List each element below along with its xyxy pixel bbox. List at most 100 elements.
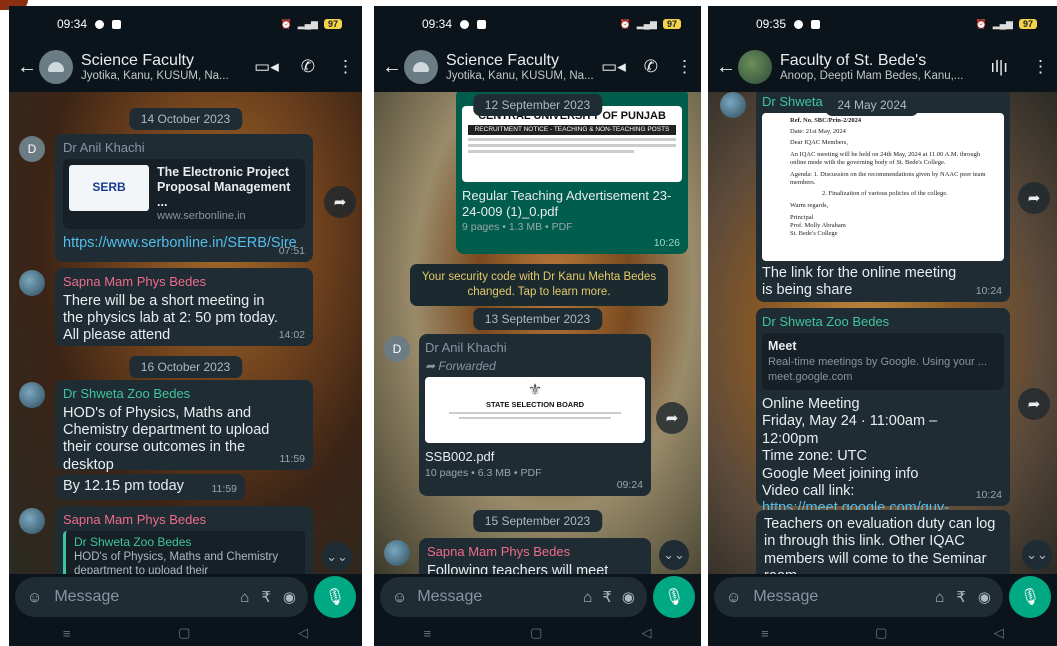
system-nav-bar: ≡ ▢ ◁: [9, 620, 362, 646]
message-placeholder[interactable]: Message: [54, 588, 228, 606]
message-input[interactable]: ☺ Message ⌂ ₹ ◉: [15, 577, 308, 617]
chat-messages[interactable]: Dr Shweta Zo Ref. No. SBC/Prin-2/2024 Da…: [708, 92, 1057, 574]
waveform-icon[interactable]: ıl|ı: [990, 57, 1008, 77]
back-arrow-icon[interactable]: ←: [716, 56, 738, 79]
sender-avatar[interactable]: D: [384, 336, 410, 362]
emoji-icon[interactable]: ☺: [726, 589, 741, 606]
nav-menu-icon[interactable]: ≡: [424, 626, 432, 641]
more-vert-icon[interactable]: ⋮: [337, 57, 354, 77]
camera-icon[interactable]: ◉: [978, 588, 991, 606]
group-avatar-icon[interactable]: [404, 50, 438, 84]
document-thumbnail[interactable]: ⚜ STATE SELECTION BOARD: [425, 376, 645, 443]
emoji-icon[interactable]: ☺: [392, 589, 407, 606]
date-divider: 15 September 2023: [472, 510, 603, 532]
more-vert-icon[interactable]: ⋮: [1032, 57, 1049, 77]
video-call-icon[interactable]: ▭◂: [254, 57, 279, 77]
scroll-down-icon[interactable]: ⌄⌄: [659, 540, 689, 570]
doc-line: Date: 21st May, 2024: [790, 128, 846, 136]
document-image[interactable]: Ref. No. SBC/Prin-2/2024 Date: 21st May,…: [762, 112, 1004, 261]
forward-icon[interactable]: ➦: [1018, 182, 1050, 214]
signal-icon: ▂▄▆: [636, 18, 657, 29]
nav-home-icon[interactable]: ▢: [178, 625, 190, 641]
rupee-icon[interactable]: ₹: [956, 588, 966, 606]
message-bubble[interactable]: Sapna Mam Phys Bedes Following teachers …: [419, 538, 651, 574]
security-code-notice[interactable]: Your security code with Dr Kanu Mehta Be…: [410, 264, 668, 306]
notification-icon: [794, 19, 804, 29]
rupee-icon[interactable]: ₹: [602, 588, 612, 606]
nav-back-icon[interactable]: ◁: [298, 625, 308, 641]
link-preview[interactable]: SERB The Electronic Project Proposal Man…: [63, 158, 305, 229]
message-time: 11:59: [279, 453, 306, 466]
message-bubble-document[interactable]: Dr Anil Khachi ➦ Forwarded ⚜ STATE SELEC…: [419, 334, 651, 496]
chat-messages[interactable]: 14 October 2023 D Dr Anil Khachi SERB Th…: [9, 92, 362, 574]
nav-back-icon[interactable]: ◁: [641, 625, 651, 641]
forward-icon[interactable]: ➦: [324, 186, 356, 218]
more-vert-icon[interactable]: ⋮: [676, 57, 693, 77]
mic-icon[interactable]: 🎙: [653, 576, 695, 618]
phone-icon[interactable]: ✆: [644, 57, 658, 77]
emoji-icon[interactable]: ☺: [27, 589, 42, 606]
message-link[interactable]: https://www.serbonline.in/SERB/Sire: [63, 235, 305, 252]
group-avatar-icon[interactable]: [39, 50, 73, 84]
chat-header: ← Faculty of St. Bede's Anoop, Deepti Ma…: [708, 42, 1057, 92]
chat-info[interactable]: Science Faculty Jyotika, Kanu, KUSUM, Na…: [446, 52, 601, 82]
sender-avatar[interactable]: D: [19, 136, 45, 162]
link-preview[interactable]: Meet Real-time meetings by Google. Using…: [762, 332, 1004, 390]
chat-info[interactable]: Science Faculty Jyotika, Kanu, KUSUM, Na…: [81, 52, 254, 82]
attach-icon[interactable]: ⌂: [583, 589, 592, 606]
nav-home-icon[interactable]: ▢: [530, 625, 542, 641]
quoted-message[interactable]: Dr Shweta Zoo Bedes HOD's of Physics, Ma…: [63, 530, 305, 574]
back-arrow-icon[interactable]: ←: [382, 56, 404, 79]
doc-line: Prof. Molly Abraham: [790, 221, 846, 229]
nav-home-icon[interactable]: ▢: [875, 625, 887, 641]
message-placeholder[interactable]: Message: [417, 588, 573, 606]
alarm-icon: ⏰: [619, 18, 631, 29]
status-bar: 09:34 ⏰ ▂▄▆ 97: [9, 6, 362, 42]
notification-icon: [460, 19, 470, 29]
message-bubble[interactable]: Sapna Mam Phys Bedes Dr Shweta Zoo Bedes…: [55, 506, 313, 574]
document-thumbnail[interactable]: CENTRAL UNIVERSITY OF PUNJAB RECRUITMENT…: [462, 106, 682, 182]
preview-thumbnail: SERB: [69, 164, 149, 211]
scroll-down-icon[interactable]: ⌄⌄: [322, 542, 352, 572]
chat-info[interactable]: Faculty of St. Bede's Anoop, Deepti Mam …: [780, 52, 990, 82]
sender-avatar[interactable]: [19, 270, 45, 296]
sender-avatar[interactable]: [19, 508, 45, 534]
message-bubble[interactable]: Teachers on evaluation duty can log in t…: [756, 510, 1010, 574]
camera-icon[interactable]: ◉: [622, 588, 635, 606]
message-input[interactable]: ☺ Message ⌂ ₹ ◉: [380, 577, 647, 617]
mic-icon[interactable]: 🎙: [1009, 576, 1051, 618]
signal-icon: ▂▄▆: [992, 18, 1013, 29]
message-input[interactable]: ☺ Message ⌂ ₹ ◉: [714, 577, 1003, 617]
message-bubble[interactable]: Dr Shweta Zoo Bedes Meet Real-time meeti…: [756, 308, 1010, 534]
sender-avatar[interactable]: [720, 92, 746, 118]
sender-avatar[interactable]: [19, 382, 45, 408]
back-arrow-icon[interactable]: ←: [17, 56, 39, 79]
document-filename: SSB002.pdf: [425, 448, 495, 464]
message-bubble[interactable]: By 12.15 pm today 11:59: [55, 474, 245, 500]
group-avatar-icon[interactable]: [738, 50, 772, 84]
nav-menu-icon[interactable]: ≡: [63, 626, 71, 641]
message-bubble[interactable]: Dr Shweta Zoo Bedes HOD's of Physics, Ma…: [55, 380, 313, 473]
doc-line: An IQAC meeting will be held on 24th May…: [790, 150, 981, 167]
camera-icon[interactable]: ◉: [283, 588, 296, 606]
mic-icon[interactable]: 🎙: [314, 576, 356, 618]
video-call-icon[interactable]: ▭◂: [601, 57, 626, 77]
document-subheading: RECRUITMENT NOTICE - TEACHING & NON-TEAC…: [468, 125, 676, 135]
forward-icon[interactable]: ➦: [656, 402, 688, 434]
message-bubble[interactable]: Sapna Mam Phys Bedes There will be a sho…: [55, 268, 313, 346]
forward-icon[interactable]: ➦: [1018, 388, 1050, 420]
message-bubble[interactable]: Dr Anil Khachi SERB The Electronic Proje…: [55, 134, 313, 262]
rupee-icon[interactable]: ₹: [261, 588, 271, 606]
attach-icon[interactable]: ⌂: [240, 589, 249, 606]
nav-back-icon[interactable]: ◁: [994, 625, 1004, 641]
phone-icon[interactable]: ✆: [301, 57, 315, 77]
message-bubble-image[interactable]: Dr Shweta Zo Ref. No. SBC/Prin-2/2024 Da…: [756, 92, 1010, 302]
chat-messages[interactable]: CENTRAL UNIVERSITY OF PUNJAB RECRUITMENT…: [374, 92, 701, 574]
attach-icon[interactable]: ⌂: [935, 589, 944, 606]
battery-indicator: 97: [323, 19, 342, 29]
message-placeholder[interactable]: Message: [753, 588, 923, 606]
scroll-down-icon[interactable]: ⌄⌄: [1022, 540, 1052, 570]
message-bubble-document[interactable]: CENTRAL UNIVERSITY OF PUNJAB RECRUITMENT…: [456, 92, 688, 254]
sender-avatar[interactable]: [384, 540, 410, 566]
nav-menu-icon[interactable]: ≡: [761, 626, 769, 641]
